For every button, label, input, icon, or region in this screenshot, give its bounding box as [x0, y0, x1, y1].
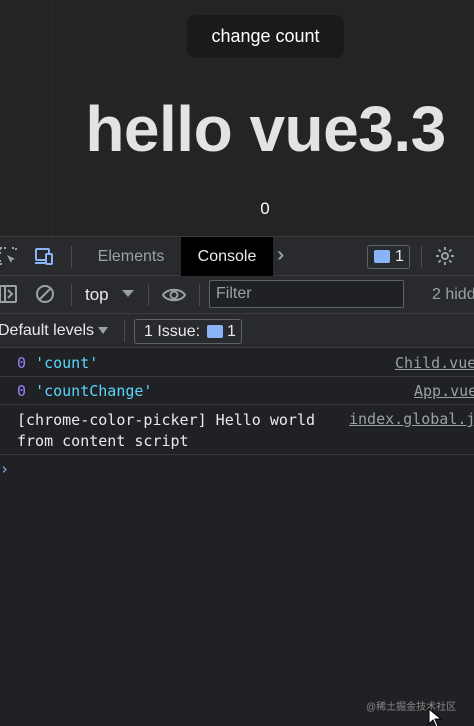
message-icon: [374, 250, 390, 263]
sidebar-toggle-icon[interactable]: [0, 284, 18, 304]
toolbar-separator: [421, 246, 422, 268]
toolbar-separator: [199, 284, 200, 306]
device-toolbar-icon[interactable]: [34, 246, 54, 266]
hidden-messages-count: 2 hidd: [432, 286, 474, 303]
issues-button[interactable]: 1 Issue: 1: [134, 319, 242, 344]
inspect-element-icon[interactable]: [0, 246, 18, 266]
console-toolbar: top 2 hidd: [0, 276, 474, 314]
page-heading: hello vue3.3: [85, 93, 446, 165]
source-link[interactable]: Child.vue: [395, 354, 474, 372]
live-expression-eye-icon[interactable]: [162, 285, 186, 305]
console-levels-bar: Default levels 1 Issue: 1: [0, 314, 474, 348]
filter-input[interactable]: [209, 280, 404, 308]
tab-elements[interactable]: Elements: [84, 237, 178, 276]
console-message: 0 'count' Child.vue: [0, 349, 474, 377]
change-count-button[interactable]: change count: [187, 15, 344, 58]
tab-console[interactable]: Console: [181, 237, 273, 276]
console-message: [chrome-color-picker] Hello world from c…: [0, 405, 474, 455]
issues-counter-button[interactable]: 1: [367, 245, 410, 269]
settings-gear-icon[interactable]: [435, 246, 455, 266]
issues-count: 1: [395, 248, 404, 265]
page-viewport: change count hello vue3.3 0: [0, 0, 474, 236]
console-prompt-line[interactable]: ›: [0, 455, 474, 485]
log-value: 0 'countChange': [17, 382, 153, 400]
context-selector[interactable]: top: [85, 285, 109, 305]
log-value: 0 'count': [17, 354, 99, 372]
source-link[interactable]: index.global.j: [349, 410, 474, 428]
devtools-panel: Elements Console ›› 1 top Filter 2 hidd …: [0, 236, 474, 726]
more-tabs-chevron-icon[interactable]: ››: [277, 244, 286, 267]
devtools-tabbar: Elements Console ›› 1: [0, 236, 474, 276]
toolbar-separator: [71, 284, 72, 306]
log-levels-dropdown[interactable]: Default levels: [0, 322, 94, 340]
console-messages: 0 'count' Child.vue 0 'countChange' App.…: [0, 349, 474, 485]
clear-console-icon[interactable]: [35, 284, 55, 304]
context-dropdown-caret-icon[interactable]: [122, 290, 134, 297]
toolbar-separator: [71, 246, 72, 268]
console-message: 0 'countChange' App.vue: [0, 377, 474, 405]
message-icon: [207, 325, 223, 338]
toolbar-separator: [124, 320, 125, 342]
console-prompt-icon: ›: [0, 460, 10, 478]
source-link[interactable]: App.vue: [414, 382, 474, 400]
toolbar-separator: [148, 284, 149, 306]
levels-caret-icon[interactable]: [98, 327, 108, 334]
log-message-text: [chrome-color-picker] Hello world from c…: [17, 411, 316, 450]
issue-count: 1: [227, 323, 236, 340]
mouse-cursor-icon: [428, 708, 442, 726]
count-value: 0: [260, 199, 270, 218]
issues-label: 1 Issue:: [144, 323, 201, 340]
watermark: @稀土掘金技术社区: [366, 702, 457, 713]
